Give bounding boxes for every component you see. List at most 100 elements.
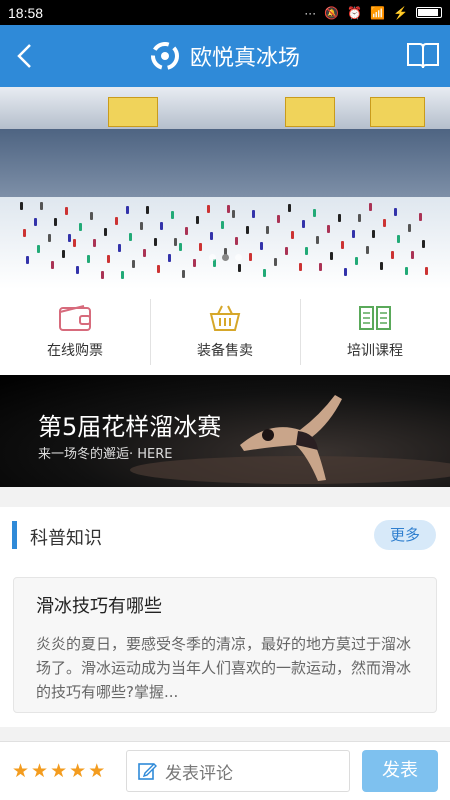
section-title: 科普知识	[30, 528, 102, 549]
quick-menu: 在线购票 装备售卖 培训课程	[0, 289, 450, 375]
app-bar: 欧悦真冰场	[0, 25, 450, 87]
skater-figure	[366, 246, 369, 254]
mute-icon: 🔕	[324, 5, 340, 20]
skater-figure	[266, 226, 269, 234]
skater-figure	[419, 213, 422, 221]
skater-figure	[115, 217, 118, 225]
open-book-icon	[359, 306, 391, 330]
skater-figure	[425, 267, 428, 275]
skater-figure	[199, 243, 202, 251]
guide-button[interactable]	[406, 40, 440, 72]
skater-figure	[394, 208, 397, 216]
skater-figure	[383, 219, 386, 227]
equipment-sale-label: 装备售卖	[197, 343, 253, 359]
star-icon[interactable]: ★	[69, 760, 86, 782]
training-course-label: 培训课程	[347, 343, 403, 359]
skater-figure	[338, 214, 341, 222]
skater-figure	[20, 202, 23, 210]
more-button[interactable]: 更多	[374, 520, 436, 550]
promo-subtitle: 来一场冬的邂逅· HERE	[38, 447, 173, 462]
hero-banner	[370, 97, 425, 127]
comment-input[interactable]: 发表评论	[126, 750, 350, 792]
skater-figure	[23, 229, 26, 237]
skater-figure	[313, 209, 316, 217]
skater-figure	[40, 202, 43, 210]
skater-figure	[358, 214, 361, 222]
book-icon	[407, 43, 439, 69]
skater-figure	[79, 223, 82, 231]
ticket-purchase-label: 在线购票	[47, 343, 103, 359]
skater-figure	[104, 228, 107, 236]
skater-figure	[252, 210, 255, 218]
hero-carousel[interactable]	[0, 87, 450, 289]
status-icons: ··· 🔕 ⏰ 📶 ⚡	[304, 6, 442, 20]
skater-figure	[90, 212, 93, 220]
star-icon[interactable]: ★	[50, 760, 67, 782]
title-wrap: 欧悦真冰场	[150, 40, 300, 72]
skater-figure	[397, 235, 400, 243]
section-header: 科普知识 更多	[0, 507, 450, 565]
article-card[interactable]: 滑冰技巧有哪些 炎炎的夏日，要感受冬季的清凉，最好的地方莫过于溜冰场了。滑冰运动…	[13, 577, 437, 713]
carousel-dots	[0, 254, 450, 261]
star-icon[interactable]: ★	[12, 760, 29, 782]
article-list: 滑冰技巧有哪些 炎炎的夏日，要感受冬季的清凉，最好的地方莫过于溜冰场了。滑冰运动…	[0, 565, 450, 727]
training-course-item[interactable]: 培训课程	[300, 289, 450, 375]
wallet-icon	[59, 305, 91, 331]
battery-icon	[416, 7, 442, 18]
section-accent-bar	[12, 521, 17, 549]
skater-figure	[51, 261, 54, 269]
skater-figure	[352, 230, 355, 238]
promo-banner[interactable]: 第5届花样溜冰赛 来一场冬的邂逅· HERE	[0, 375, 450, 487]
skater-figure	[372, 230, 375, 238]
rating-stars[interactable]: ★ ★ ★ ★ ★	[12, 760, 105, 782]
skater-figure	[369, 203, 372, 211]
carousel-dot[interactable]	[208, 254, 216, 261]
skater-figure	[171, 211, 174, 219]
skater-figure	[132, 260, 135, 268]
basket-icon	[209, 305, 241, 331]
logo-icon	[150, 42, 179, 70]
submit-comment-button[interactable]: 发表	[362, 750, 438, 792]
carousel-dot[interactable]	[221, 254, 229, 261]
skater-figure	[37, 245, 40, 253]
skater-figure	[319, 263, 322, 271]
skater-figure	[140, 222, 143, 230]
skater-figure	[422, 240, 425, 248]
skater-figure	[227, 205, 230, 213]
hero-banner	[108, 97, 158, 127]
carousel-dot[interactable]	[234, 254, 242, 261]
hero-banner	[285, 97, 335, 127]
equipment-sale-item[interactable]: 装备售卖	[150, 289, 300, 375]
edit-icon	[138, 763, 157, 780]
star-icon[interactable]: ★	[88, 760, 105, 782]
skater-figure	[207, 205, 210, 213]
skater-figure	[118, 244, 121, 252]
skater-figure	[235, 237, 238, 245]
skater-figure	[185, 227, 188, 235]
skater-figure	[160, 222, 163, 230]
skater-figure	[291, 231, 294, 239]
back-button[interactable]	[6, 37, 42, 75]
skater-figure	[302, 220, 305, 228]
skater-figure	[238, 264, 241, 272]
skater-figure	[232, 210, 235, 218]
wifi-icon: 📶	[370, 5, 386, 20]
skater-figure	[299, 263, 302, 271]
skater-figure	[76, 266, 79, 274]
skater-figure	[48, 234, 51, 242]
skater-figure	[408, 224, 411, 232]
article-title: 滑冰技巧有哪些	[36, 596, 162, 617]
skater-figure	[288, 204, 291, 212]
skater-figure	[263, 269, 266, 277]
skater-figure	[121, 271, 124, 279]
ticket-purchase-item[interactable]: 在线购票	[0, 289, 150, 375]
star-icon[interactable]: ★	[31, 760, 48, 782]
promo-title: 第5届花样溜冰赛	[38, 413, 222, 441]
comment-placeholder: 发表评论	[165, 763, 233, 784]
chevron-left-icon	[17, 44, 31, 68]
skater-figure	[221, 221, 224, 229]
skater-figure	[129, 233, 132, 241]
skater-figure	[344, 268, 347, 276]
status-bar: 18:58 ··· 🔕 ⏰ 📶 ⚡	[0, 0, 450, 25]
page-title: 欧悦真冰场	[189, 46, 300, 71]
